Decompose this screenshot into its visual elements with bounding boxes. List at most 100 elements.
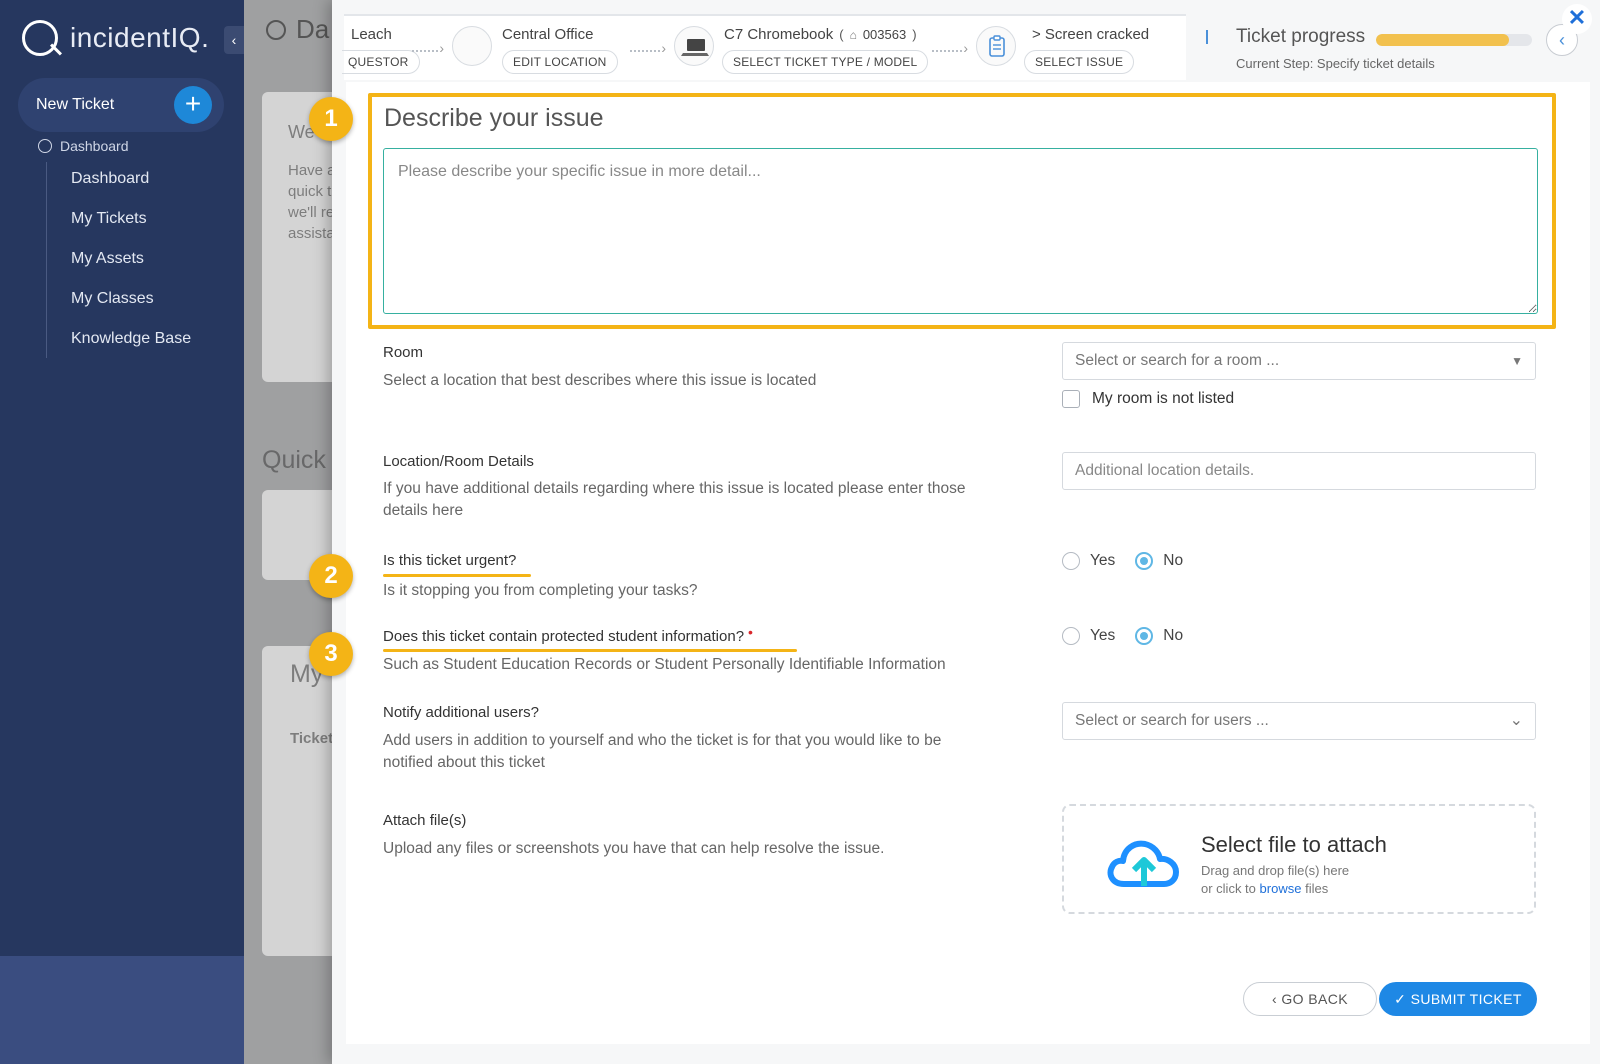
ticket-progress-panel: Ticket progress Current Step: Specify ti… xyxy=(1188,14,1568,80)
dropzone-line-2-suffix: files xyxy=(1305,881,1329,896)
dashboard-title-text: Da xyxy=(296,14,330,44)
new-ticket-label: New Ticket xyxy=(36,96,115,113)
urgent-yes-radio[interactable] xyxy=(1062,552,1080,570)
protected-yes-label[interactable]: Yes xyxy=(1090,627,1115,645)
dropdown-caret-icon: ▼ xyxy=(1511,354,1523,368)
describe-issue-title: Describe your issue xyxy=(384,104,604,132)
protected-info-label: Does this ticket contain protected stude… xyxy=(383,624,753,645)
protected-yes-radio[interactable] xyxy=(1062,627,1080,645)
step-title: Central Office xyxy=(502,26,594,43)
notify-users-description: Add users in addition to yourself and wh… xyxy=(383,732,942,771)
urgent-no-label[interactable]: No xyxy=(1163,552,1183,570)
clipboard-icon xyxy=(989,35,1005,57)
room-select-placeholder: Select or search for a room ... xyxy=(1075,352,1280,369)
go-back-button[interactable]: ‹ GO BACK xyxy=(1243,982,1377,1016)
step-connector xyxy=(932,40,968,56)
chromebook-avatar xyxy=(674,26,714,66)
edit-location-button[interactable]: EDIT LOCATION xyxy=(502,50,618,74)
checklist-icon xyxy=(1206,30,1222,44)
protected-info-radio-group: Yes No xyxy=(1062,627,1203,645)
welcome-line: Have a xyxy=(288,162,336,179)
dropzone-line-2: or click to browse files xyxy=(1201,880,1349,898)
sidebar-item-my-classes[interactable]: My Classes xyxy=(71,290,154,308)
sidebar-section-label: Dashboard xyxy=(60,138,129,154)
wizard-steps: Leach QUESTOR Central Office EDIT LOCATI… xyxy=(342,14,1186,80)
select-ticket-type-button[interactable]: SELECT TICKET TYPE / MODEL xyxy=(722,50,929,74)
notify-users-placeholder: Select or search for users ... xyxy=(1075,712,1269,729)
sidebar-footer xyxy=(0,956,244,1064)
chevron-down-icon: ⌄ xyxy=(1509,712,1523,729)
notify-users-select[interactable]: Select or search for users ... ⌄ xyxy=(1062,702,1536,740)
room-description: Select a location that best describes wh… xyxy=(383,372,817,389)
asset-tag: 003563 xyxy=(862,27,907,42)
step-connector xyxy=(412,40,444,56)
dropzone-instructions: Drag and drop file(s) here or click to b… xyxy=(1201,862,1349,898)
step-issue: > Screen cracked xyxy=(1032,26,1149,43)
logo-icon xyxy=(22,20,58,56)
urgent-radio-group: Yes No xyxy=(1062,552,1203,570)
location-avatar xyxy=(452,26,492,66)
submit-ticket-button[interactable]: ✓ SUBMIT TICKET xyxy=(1379,982,1537,1016)
file-dropzone[interactable]: Select file to attach Drag and drop file… xyxy=(1062,804,1536,914)
sidebar-item-my-assets[interactable]: My Assets xyxy=(71,250,144,268)
sidebar-collapse-button[interactable]: ‹ xyxy=(224,26,244,54)
ticket-progress-title: Ticket progress xyxy=(1236,26,1366,47)
step-title: > Screen cracked xyxy=(1032,26,1150,43)
room-label: Room xyxy=(383,344,424,361)
step-title: C7 Chromebook xyxy=(724,26,834,43)
tag-icon: ⌂ xyxy=(849,27,857,42)
ticket-progress-bar xyxy=(1376,34,1532,46)
issue-description-textarea[interactable] xyxy=(383,148,1538,314)
protected-no-label[interactable]: No xyxy=(1163,627,1183,645)
sidebar-section-dashboard[interactable]: Dashboard xyxy=(38,138,129,154)
step-location: Central Office xyxy=(502,26,593,43)
room-not-listed-checkbox[interactable] xyxy=(1062,390,1080,408)
protected-info-description: Such as Student Education Records or Stu… xyxy=(383,656,946,673)
protected-no-radio[interactable] xyxy=(1135,627,1154,645)
ticket-progress-fill xyxy=(1376,34,1509,46)
callout-2: 2 xyxy=(309,554,353,598)
current-step-text: Current Step: Specify ticket details xyxy=(1236,56,1435,71)
asset-tag-close: ) xyxy=(912,27,917,42)
browse-files-link[interactable]: browse xyxy=(1260,881,1302,896)
callout-1: 1 xyxy=(309,97,353,141)
dropzone-title: Select file to attach xyxy=(1201,832,1387,857)
cloud-upload-icon xyxy=(1107,840,1179,887)
ticket-column-header: Ticket xyxy=(290,730,334,747)
location-details-description: If you have additional details regarding… xyxy=(383,480,966,519)
close-modal-button[interactable]: ✕ xyxy=(1562,4,1592,34)
dropzone-line-2-prefix: or click to xyxy=(1201,881,1256,896)
plus-icon[interactable]: + xyxy=(174,86,212,124)
room-not-listed-row[interactable]: My room is not listed xyxy=(1062,390,1234,408)
incidentiq-logo[interactable]: incidentIQ. xyxy=(22,20,209,56)
select-issue-button[interactable]: SELECT ISSUE xyxy=(1024,50,1135,74)
required-indicator: • xyxy=(748,624,753,640)
step-title: Leach xyxy=(351,26,392,43)
urgent-description: Is it stopping you from completing your … xyxy=(383,582,698,599)
gauge-icon xyxy=(266,19,286,40)
dropzone-line-1: Drag and drop file(s) here xyxy=(1201,863,1350,878)
protected-info-underline xyxy=(383,649,797,652)
urgent-yes-label[interactable]: Yes xyxy=(1090,552,1115,570)
sidebar-item-dashboard[interactable]: Dashboard xyxy=(71,170,149,188)
welcome-line: quick t xyxy=(288,183,332,200)
new-ticket-button[interactable]: New Ticket + xyxy=(18,78,224,132)
dashboard-title: Da xyxy=(266,14,329,45)
urgent-no-radio[interactable] xyxy=(1135,552,1154,570)
room-select[interactable]: Select or search for a room ... ▼ xyxy=(1062,342,1536,380)
step-connector xyxy=(630,40,666,56)
room-not-listed-label: My room is not listed xyxy=(1092,390,1235,407)
callout-3: 3 xyxy=(309,632,353,676)
location-details-input[interactable]: Additional location details. xyxy=(1062,452,1536,490)
dashboard-icon xyxy=(38,139,52,153)
welcome-line: we'll re xyxy=(288,204,335,221)
logo-text: incidentIQ. xyxy=(70,22,210,53)
issue-avatar xyxy=(976,26,1016,66)
sidebar-item-my-tickets[interactable]: My Tickets xyxy=(71,210,147,228)
sidebar-item-knowledge-base[interactable]: Knowledge Base xyxy=(71,330,191,348)
notify-users-label: Notify additional users? xyxy=(383,704,539,721)
sidebar: incidentIQ. ‹ New Ticket + Dashboard Das… xyxy=(0,0,244,956)
laptop-icon xyxy=(681,39,709,56)
step-requestor-button[interactable]: QUESTOR xyxy=(342,50,420,74)
attach-files-label: Attach file(s) xyxy=(383,812,467,829)
